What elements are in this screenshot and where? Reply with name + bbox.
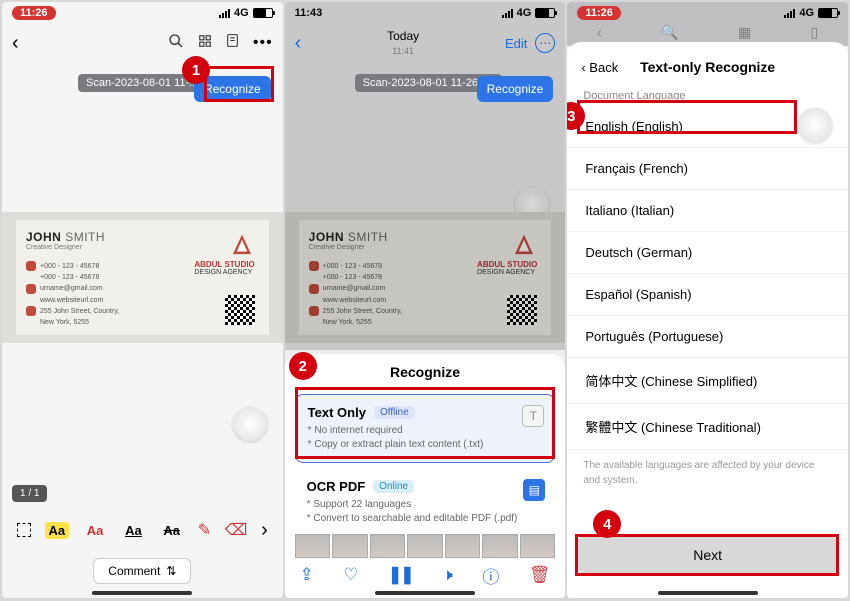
card-role: Creative Designer [26, 244, 259, 251]
assistive-touch-icon[interactable] [798, 108, 832, 142]
edit-button[interactable]: Edit [505, 36, 527, 51]
back-icon[interactable]: ‹ [12, 32, 19, 55]
eraser-tool-icon[interactable]: ⌫ [225, 520, 248, 540]
recognize-sheet: Recognize Text Only Offline * No interne… [285, 354, 566, 598]
assistive-touch-icon[interactable] [233, 407, 267, 441]
lang-spanish[interactable]: Español (Spanish) [567, 274, 848, 316]
signal-icon [502, 9, 513, 18]
card-brand: ABDUL STUDIODESIGN AGENCY [194, 260, 254, 276]
network-label: 4G [234, 7, 249, 19]
offline-tag: Offline [374, 406, 415, 419]
panel-1-scanner: 11:26 4G ‹ ••• Scan-2023-08-01 11-... Re… [2, 2, 283, 598]
page-indicator: 1 / 1 [12, 485, 47, 502]
highlight-tool[interactable]: Aa [45, 522, 70, 539]
status-right: 4G [502, 7, 556, 19]
doc-language-label: Document Language [567, 80, 848, 106]
lang-chinese-traditional[interactable]: 繁體中文 (Chinese Traditional) [567, 404, 848, 450]
panel-3-language: 11:26 4G ‹🔍▦▯ ‹ Back Text-only Recognize… [567, 2, 848, 598]
home-indicator [658, 591, 758, 595]
nav-title: Today11:41 [387, 29, 419, 58]
option-title: Text Only [308, 405, 366, 420]
more-icon[interactable]: ••• [253, 34, 273, 52]
edit-toolbar: Aa Aa Aa Aa ✎ ⌫ › [2, 512, 283, 548]
option-desc: * Support 22 languages * Convert to sear… [307, 498, 544, 526]
strikethrough-tool[interactable]: Aa [159, 522, 184, 539]
mute-icon[interactable]: 🕨 [442, 565, 453, 585]
status-bar: 11:26 4G [2, 2, 283, 24]
page-icon[interactable] [226, 33, 239, 53]
lang-french[interactable]: Français (French) [567, 148, 848, 190]
lang-german[interactable]: Deutsch (German) [567, 232, 848, 274]
pdf-icon: ▤ [523, 479, 545, 501]
sort-icon: ⇅ [166, 564, 176, 578]
nav-bar: ‹ Today11:41 Edit ⋯ [285, 24, 566, 62]
toolbar-more-icon[interactable]: › [261, 519, 268, 542]
bottom-toolbar: ⇪ ♡ ❚❚ 🕨 ⓘ 🗑 [285, 560, 566, 590]
time-pill: 11:26 [12, 6, 56, 20]
comment-row: Comment ⇅ [2, 558, 283, 584]
trash-icon[interactable]: 🗑 [529, 565, 551, 585]
battery-icon [535, 8, 555, 18]
nav-bar: ‹ ••• [2, 24, 283, 62]
underline-tool[interactable]: Aa [121, 522, 146, 539]
lang-italian[interactable]: Italiano (Italian) [567, 190, 848, 232]
time-label: 11:43 [295, 7, 323, 19]
business-card: JOHN SMITH Creative Designer ABDUL STUDI… [16, 220, 269, 335]
home-indicator [92, 591, 192, 595]
scan-preview: JOHN SMITH Creative Designer ABDUL STUDI… [285, 212, 566, 343]
business-card: JOHN SMITH Creative Designer ABDUL STUDI… [299, 220, 552, 335]
grid-icon[interactable] [198, 34, 212, 53]
option-ocr-pdf[interactable]: OCR PDF Online * Support 22 languages * … [295, 469, 556, 536]
recognize-button[interactable]: Recognize [477, 76, 554, 102]
comment-label: Comment [108, 564, 160, 578]
text-icon: T [522, 405, 544, 427]
option-text-only[interactable]: Text Only Offline * No internet required… [295, 394, 556, 463]
sheet-title: Text-only Recognize [567, 59, 848, 75]
thumbnail-strip[interactable] [295, 534, 556, 558]
share-icon[interactable]: ⇪ [299, 565, 313, 585]
search-icon[interactable] [168, 33, 184, 54]
option-title: OCR PDF [307, 479, 366, 494]
annotation-2: 2 [289, 352, 317, 380]
home-indicator [375, 591, 475, 595]
card-name: JOHN SMITH [26, 230, 259, 244]
lang-portuguese[interactable]: Português (Portuguese) [567, 316, 848, 358]
time-pill: 11:26 [577, 6, 621, 20]
more-circle-icon[interactable]: ⋯ [535, 33, 555, 53]
signal-icon [219, 9, 230, 18]
status-right: 4G [219, 7, 273, 19]
lang-chinese-simplified[interactable]: 简体中文 (Chinese Simplified) [567, 358, 848, 404]
marker-tool-icon[interactable]: ✎ [198, 520, 211, 540]
online-tag: Online [373, 480, 414, 493]
scan-preview: JOHN SMITH Creative Designer ABDUL STUDI… [2, 212, 283, 343]
status-bar: 11:43 4G [285, 2, 566, 24]
crop-icon[interactable] [17, 523, 31, 537]
network-label: 4G [517, 7, 532, 19]
back-icon[interactable]: ‹ [295, 32, 302, 55]
qr-icon [225, 295, 255, 325]
pause-icon[interactable]: ❚❚ [388, 565, 413, 585]
option-desc: * No internet required * Copy or extract… [308, 424, 543, 452]
sheet-title: Recognize [285, 354, 566, 388]
comment-button[interactable]: Comment ⇅ [93, 558, 191, 584]
dimmed-nav: ‹🔍▦▯ [567, 24, 848, 42]
text-color-tool[interactable]: Aa [83, 522, 108, 539]
status-bar: 11:26 4G [567, 2, 848, 24]
annotation-1: 1 [182, 56, 210, 84]
language-note: The available languages are affected by … [567, 450, 848, 496]
heart-icon[interactable]: ♡ [343, 565, 358, 585]
battery-icon [253, 8, 273, 18]
card-logo-icon [229, 232, 255, 258]
next-button[interactable]: Next [577, 536, 838, 574]
info-icon[interactable]: ⓘ [482, 563, 499, 588]
panel-2-recognize-sheet: 11:43 4G ‹ Today11:41 Edit ⋯ Scan-2023-0… [285, 2, 566, 598]
